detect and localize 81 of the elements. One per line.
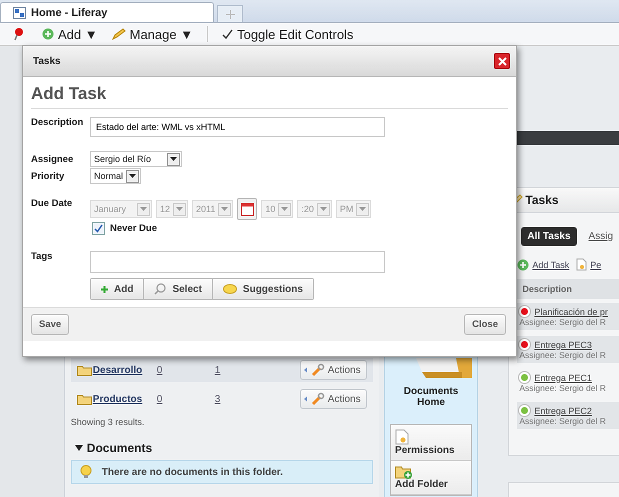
results-count: Showing 3 results.: [70, 417, 146, 427]
field-label: Tags: [31, 251, 54, 262]
page-icon: [13, 6, 26, 18]
actions-button[interactable]: Actions: [300, 389, 367, 409]
tab[interactable]: All Tasks: [521, 227, 577, 246]
count-link[interactable]: 1: [214, 364, 300, 376]
caret-icon: [359, 207, 366, 211]
caret-icon: [176, 207, 184, 211]
search-icon: [154, 283, 166, 295]
toolbar-button[interactable]: Toggle Edit Controls: [222, 26, 354, 42]
field-label: Description: [31, 117, 84, 128]
folder-drawing: [416, 358, 472, 379]
task-link[interactable]: Entrega PEC1: [534, 372, 592, 382]
collapse-icon[interactable]: [74, 444, 83, 452]
tag-button[interactable]: Select: [144, 279, 213, 299]
browser-tab[interactable]: Home - Liferay: [0, 2, 214, 22]
speech-bubble-icon: [222, 284, 237, 294]
caret-icon: [221, 207, 228, 211]
column-header: Description: [517, 279, 619, 299]
task-assignee: Assignee: Sergio del R: [519, 416, 607, 426]
wrench-icon: [302, 392, 327, 406]
field-label: Priority: [31, 170, 66, 182]
calendar-button[interactable]: [237, 198, 258, 220]
documents-home-label: Documents Home: [402, 386, 460, 408]
dialog-title: Tasks: [33, 56, 61, 66]
close-button[interactable]: [494, 53, 510, 69]
task-link[interactable]: Planificación de pr: [534, 306, 608, 316]
task-assignee: Assignee: Sergio del R: [519, 350, 607, 360]
document-key-icon: [576, 258, 588, 271]
caret-icon: [129, 174, 136, 178]
checkbox-label: Never Due: [110, 223, 157, 234]
pin-icon: [14, 27, 24, 41]
close-button[interactable]: Close: [464, 314, 506, 335]
caret-icon: [320, 207, 327, 211]
folder-icon: [76, 394, 92, 404]
count-link[interactable]: 3: [214, 394, 300, 404]
pencil-icon: [112, 28, 126, 40]
task-assignee: Assignee: Sergio del R: [519, 317, 607, 327]
toolbar-button[interactable]: Add ▼: [42, 26, 98, 42]
wrench-icon: [302, 363, 327, 377]
tags-field[interactable]: [90, 251, 385, 273]
check-icon: [222, 28, 234, 40]
assignee-select[interactable]: Sergio del Río: [90, 151, 182, 167]
action-link[interactable]: Pe: [590, 260, 602, 270]
task-link[interactable]: Entrega PEC2: [534, 406, 592, 416]
plus-icon: [226, 10, 234, 18]
info-message: There are no documents in this folder.: [70, 460, 373, 484]
close-icon: [498, 56, 506, 66]
tag-button[interactable]: Suggestions: [212, 279, 313, 299]
section-heading: Documents: [86, 441, 152, 455]
field-label: Due Date: [31, 198, 74, 209]
folder-link[interactable]: Productos: [92, 394, 157, 404]
caret-icon: [140, 207, 147, 211]
folder-link[interactable]: Desarrollo: [92, 364, 157, 376]
caret-icon: [281, 207, 288, 211]
folder-icon: [76, 364, 92, 376]
calendar-icon: [240, 202, 254, 216]
tab[interactable]: Assig: [582, 227, 619, 246]
count-link[interactable]: 0: [156, 364, 215, 376]
add-icon: [42, 28, 54, 40]
save-button[interactable]: Save: [31, 314, 70, 335]
action-link[interactable]: Add Task: [532, 260, 570, 270]
tag-button[interactable]: Add: [91, 279, 144, 299]
sidebar-action[interactable]: Permissions: [391, 425, 472, 461]
lightbulb-icon: [80, 465, 92, 479]
toolbar-button[interactable]: Manage ▼: [112, 26, 194, 42]
field-label: Assignee: [31, 154, 74, 164]
actions-button[interactable]: Actions: [300, 360, 367, 380]
count-link[interactable]: 0: [156, 394, 215, 404]
add-folder-icon: [395, 465, 414, 479]
checkbox[interactable]: [92, 222, 105, 235]
caret-icon: [170, 157, 177, 161]
document-key-icon: [395, 429, 410, 445]
portlet-title: Tasks: [525, 193, 559, 207]
form-heading: Add Task: [31, 77, 508, 109]
task-link[interactable]: Entrega PEC3: [534, 340, 592, 350]
plus-icon: [101, 286, 108, 292]
description-field[interactable]: Estado del arte: WML vs xHTML: [90, 117, 385, 137]
task-assignee: Assignee: Sergio del R: [519, 383, 607, 393]
sidebar-action[interactable]: Add Folder: [391, 461, 472, 495]
priority-select[interactable]: Normal: [90, 168, 142, 184]
